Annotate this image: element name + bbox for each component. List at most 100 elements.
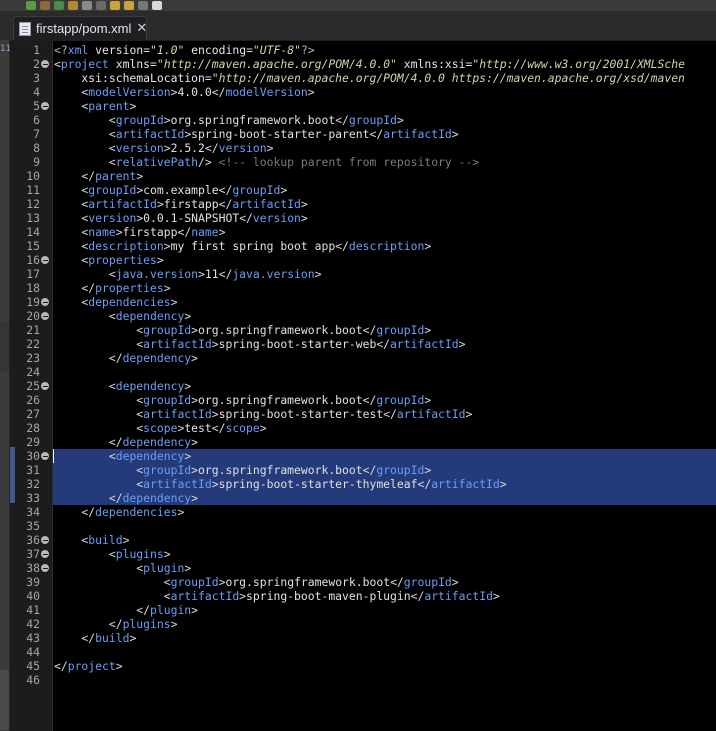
run-icon[interactable] (26, 1, 36, 10)
code-token: plugin (150, 603, 192, 617)
code-token: > (451, 127, 459, 141)
code-line[interactable]: 45 </project> (10, 659, 716, 673)
code-token: > (499, 477, 507, 491)
forward-arrow-icon[interactable] (124, 1, 134, 10)
code-text: <description>my first spring boot app</d… (54, 239, 431, 253)
editor-tab-bar: firstapp/pom.xml ✕ (0, 12, 716, 41)
code-token: groupId (143, 323, 192, 337)
code-line[interactable]: 7 <artifactId>spring-boot-starter-parent… (10, 127, 716, 141)
code-token: < (54, 309, 116, 323)
code-token: </ (335, 239, 349, 253)
code-token: > (492, 589, 500, 603)
code-line[interactable]: 11 <groupId>com.example</groupId> (10, 183, 716, 197)
code-line[interactable]: 38 <plugin> (10, 561, 716, 575)
code-token: > (115, 659, 123, 673)
code-token: </ (239, 211, 253, 225)
code-line[interactable]: 15 <description>my first spring boot app… (10, 239, 716, 253)
edit-icon[interactable] (82, 1, 92, 10)
code-line[interactable]: 43 </build> (10, 631, 716, 645)
fold-toggle-icon[interactable] (41, 312, 49, 320)
code-line[interactable]: 14 <name>firstapp</name> (10, 225, 716, 239)
debug-icon[interactable] (40, 1, 50, 10)
code-line[interactable]: 8 <version>2.5.2</version> (10, 141, 716, 155)
code-line[interactable]: 34 </dependencies> (10, 505, 716, 519)
code-line[interactable]: 23 </dependency> (10, 351, 716, 365)
fold-toggle-icon[interactable] (41, 256, 49, 264)
code-token: > (163, 547, 171, 561)
code-line[interactable]: 27 <artifactId>spring-boot-starter-test<… (10, 407, 716, 421)
code-line[interactable]: 4 <modelVersion>4.0.0</modelVersion> (10, 85, 716, 99)
code-line[interactable]: 2 <project xmlns="http://maven.apache.org… (10, 57, 716, 71)
code-text: </plugins> (54, 617, 178, 631)
code-line[interactable]: 25 <dependency> (10, 379, 716, 393)
code-line[interactable]: 26 <groupId>org.springframework.boot</gr… (10, 393, 716, 407)
code-line[interactable]: 44 (10, 645, 716, 659)
code-text: <parent> (54, 99, 136, 113)
code-line[interactable]: 12 <artifactId>firstapp</artifactId> (10, 197, 716, 211)
code-line[interactable]: 40 <artifactId>spring-boot-maven-plugin<… (10, 589, 716, 603)
code-line[interactable]: 20 <dependency> (10, 309, 716, 323)
code-line[interactable]: 5 <parent> (10, 99, 716, 113)
left-strip-band (0, 670, 9, 730)
code-line[interactable]: 39 <groupId>org.springframework.boot</gr… (10, 575, 716, 589)
code-line[interactable]: 31 <groupId>org.springframework.boot</gr… (10, 463, 716, 477)
code-line[interactable]: 13 <version>0.0.1-SNAPSHOT</version> (10, 211, 716, 225)
code-line[interactable]: 42 </plugins> (10, 617, 716, 631)
code-line[interactable]: 1 <?xml version="1.0" encoding="UTF-8"?> (10, 43, 716, 57)
code-token: > (424, 239, 432, 253)
code-line[interactable]: 30 <dependency> (10, 449, 716, 463)
code-line[interactable]: 32 <artifactId>spring-boot-starter-thyme… (10, 477, 716, 491)
fold-toggle-icon[interactable] (41, 550, 49, 558)
code-text: <?xml version="1.0" encoding="UTF-8"?> (54, 43, 315, 57)
fold-toggle-icon[interactable] (41, 564, 49, 572)
code-token: > (163, 141, 171, 155)
xml-editor[interactable]: 1 <?xml version="1.0" encoding="UTF-8"?> 2… (10, 41, 716, 731)
fold-toggle-icon[interactable] (41, 382, 49, 390)
code-token: < (54, 463, 144, 477)
next-arrow-icon[interactable] (138, 1, 148, 10)
line-number: 33 (26, 491, 40, 505)
tab-pom-xml[interactable]: firstapp/pom.xml ✕ (13, 16, 147, 40)
code-token: build (88, 533, 123, 547)
code-token: > (191, 491, 199, 505)
code-lines[interactable]: 1 <?xml version="1.0" encoding="UTF-8"?> 2… (10, 43, 716, 687)
code-line[interactable]: 33 </dependency> (10, 491, 716, 505)
print-icon[interactable] (96, 1, 106, 10)
code-line[interactable]: 16 <properties> (10, 253, 716, 267)
code-token: < (54, 85, 89, 99)
code-token: > (122, 533, 130, 547)
fold-toggle-icon[interactable] (41, 452, 49, 460)
code-token: xsi:schemaLocation (54, 71, 205, 85)
close-icon[interactable]: ✕ (136, 21, 147, 36)
code-line[interactable]: 28 <scope>test</scope> (10, 421, 716, 435)
code-token: version (88, 211, 137, 225)
code-line[interactable]: 21 <groupId>org.springframework.boot</gr… (10, 323, 716, 337)
code-line[interactable]: 10 </parent> (10, 169, 716, 183)
code-line[interactable]: 37 <plugins> (10, 547, 716, 561)
code-line[interactable]: 29 </dependency> (10, 435, 716, 449)
code-line[interactable]: 41 </plugin> (10, 603, 716, 617)
code-line[interactable]: 3 xsi:schemaLocation="http://maven.apach… (10, 71, 716, 85)
code-line[interactable]: 19 <dependencies> (10, 295, 716, 309)
refresh-icon[interactable] (54, 1, 64, 10)
code-line[interactable]: 24 (10, 365, 716, 379)
code-line[interactable]: 22 <artifactId>spring-boot-starter-web</… (10, 337, 716, 351)
code-line[interactable]: 46 (10, 673, 716, 687)
fold-toggle-icon[interactable] (41, 298, 49, 306)
code-line[interactable]: 17 <java.version>11</java.version> (10, 267, 716, 281)
code-line[interactable]: 9 <relativePath/> <!-- lookup parent fro… (10, 155, 716, 169)
code-token: < (54, 575, 171, 589)
fold-toggle-icon[interactable] (41, 60, 49, 68)
back-arrow-icon[interactable] (110, 1, 120, 10)
fold-toggle-icon[interactable] (41, 102, 49, 110)
code-token: > (184, 309, 192, 323)
open-folder-icon[interactable] (68, 1, 78, 10)
code-line[interactable]: 35 (10, 519, 716, 533)
notes-icon[interactable] (152, 1, 162, 10)
code-line[interactable]: 36 <build> (10, 533, 716, 547)
code-token: </ (335, 113, 349, 127)
code-line[interactable]: 18 </properties> (10, 281, 716, 295)
code-line[interactable]: 6 <groupId>org.springframework.boot</gro… (10, 113, 716, 127)
fold-toggle-icon[interactable] (41, 536, 49, 544)
code-token: < (54, 323, 144, 337)
